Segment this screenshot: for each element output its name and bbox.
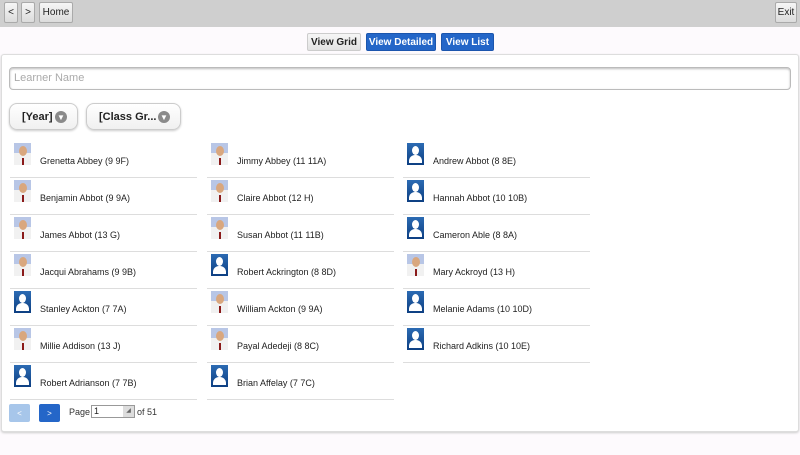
user-placeholder-icon bbox=[211, 254, 228, 276]
learner-photo bbox=[14, 217, 31, 239]
learner-item[interactable]: Payal Adedeji (8 8C) bbox=[207, 326, 394, 363]
learner-photo bbox=[407, 254, 424, 276]
user-placeholder-icon bbox=[407, 143, 424, 165]
user-placeholder-icon bbox=[211, 365, 228, 387]
prev-page-button[interactable]: < bbox=[9, 404, 30, 422]
learner-item[interactable]: William Ackton (9 9A) bbox=[207, 289, 394, 326]
learner-name: Susan Abbot (11 11B) bbox=[237, 230, 324, 240]
learner-name: Jimmy Abbey (11 11A) bbox=[237, 156, 327, 166]
user-placeholder-icon bbox=[14, 291, 31, 313]
learner-column-3: Andrew Abbot (8 8E) Hannah Abbot (10 10B)… bbox=[403, 141, 590, 363]
user-placeholder-icon bbox=[407, 291, 424, 313]
forward-button[interactable]: > bbox=[21, 2, 35, 23]
year-dropdown[interactable]: [Year] ▼ bbox=[9, 103, 78, 130]
learner-name-input[interactable]: Learner Name bbox=[9, 67, 791, 90]
learner-name: Andrew Abbot (8 8E) bbox=[433, 156, 517, 166]
learner-item[interactable]: Brian Affelay (7 7C) bbox=[207, 363, 394, 400]
user-placeholder-icon bbox=[407, 217, 424, 239]
learner-name: Benjamin Abbot (9 9A) bbox=[40, 193, 131, 203]
next-page-button[interactable]: > bbox=[39, 404, 60, 422]
class-group-dropdown[interactable]: [Class Gr... ▼ bbox=[86, 103, 181, 130]
page-label: Page bbox=[69, 407, 91, 417]
spinner-icon[interactable]: ◢ bbox=[123, 406, 134, 417]
page-number-value: 1 bbox=[94, 406, 100, 416]
learner-name: Cameron Able (8 8A) bbox=[433, 230, 518, 240]
user-placeholder-icon bbox=[407, 328, 424, 350]
view-grid-button[interactable]: View Grid bbox=[307, 33, 361, 51]
class-group-dropdown-label: [Class Gr... bbox=[99, 110, 157, 123]
learner-column-2: Jimmy Abbey (11 11A) Claire Abbot (12 H) S… bbox=[207, 141, 394, 400]
learner-name: Jacqui Abrahams (9 9B) bbox=[40, 267, 137, 277]
learner-item[interactable]: Richard Adkins (10 10E) bbox=[403, 326, 590, 363]
learner-name: Hannah Abbot (10 10B) bbox=[433, 193, 528, 203]
learner-photo bbox=[211, 328, 228, 350]
learner-item[interactable]: Melanie Adams (10 10D) bbox=[403, 289, 590, 326]
chevron-down-icon: ▼ bbox=[55, 111, 67, 123]
learner-photo bbox=[211, 217, 228, 239]
learner-item[interactable]: Millie Addison (13 J) bbox=[10, 326, 197, 363]
user-placeholder-icon bbox=[407, 180, 424, 202]
learner-item[interactable]: Mary Ackroyd (13 H) bbox=[403, 252, 590, 289]
view-list-button[interactable]: View List bbox=[441, 33, 494, 51]
page-number-input[interactable]: 1 ◢ bbox=[91, 405, 135, 418]
learner-photo bbox=[14, 254, 31, 276]
learner-item[interactable]: Benjamin Abbot (9 9A) bbox=[10, 178, 197, 215]
learner-name: Claire Abbot (12 H) bbox=[237, 193, 314, 203]
learner-photo bbox=[14, 180, 31, 202]
learner-name: Melanie Adams (10 10D) bbox=[433, 304, 533, 314]
learner-photo bbox=[14, 328, 31, 350]
learner-photo bbox=[211, 180, 228, 202]
learner-name: Mary Ackroyd (13 H) bbox=[433, 267, 516, 277]
year-dropdown-label: [Year] bbox=[22, 110, 53, 123]
learner-name: Millie Addison (13 J) bbox=[40, 341, 121, 351]
learner-name: William Ackton (9 9A) bbox=[237, 304, 323, 314]
learner-item[interactable]: Jimmy Abbey (11 11A) bbox=[207, 141, 394, 178]
learner-item[interactable]: Andrew Abbot (8 8E) bbox=[403, 141, 590, 178]
learner-item[interactable]: Susan Abbot (11 11B) bbox=[207, 215, 394, 252]
exit-button[interactable]: Exit bbox=[775, 2, 797, 23]
learner-item[interactable]: Claire Abbot (12 H) bbox=[207, 178, 394, 215]
learner-name: Stanley Ackton (7 7A) bbox=[40, 304, 127, 314]
learner-item[interactable]: Stanley Ackton (7 7A) bbox=[10, 289, 197, 326]
learner-name: Payal Adedeji (8 8C) bbox=[237, 341, 320, 351]
home-button[interactable]: Home bbox=[39, 2, 73, 23]
learner-column-1: Grenetta Abbey (9 9F) Benjamin Abbot (9 9… bbox=[10, 141, 197, 400]
chevron-down-icon: ▼ bbox=[158, 111, 170, 123]
learner-item[interactable]: Robert Adrianson (7 7B) bbox=[10, 363, 197, 400]
learner-name: Grenetta Abbey (9 9F) bbox=[40, 156, 130, 166]
learner-name: Robert Adrianson (7 7B) bbox=[40, 378, 137, 388]
learner-photo bbox=[14, 143, 31, 165]
user-placeholder-icon bbox=[14, 365, 31, 387]
learner-photo bbox=[211, 143, 228, 165]
page-count: of 51 bbox=[137, 407, 158, 417]
learner-item[interactable]: James Abbot (13 G) bbox=[10, 215, 197, 252]
learner-item[interactable]: Cameron Able (8 8A) bbox=[403, 215, 590, 252]
learner-name: Brian Affelay (7 7C) bbox=[237, 378, 315, 388]
learner-item[interactable]: Robert Ackrington (8 8D) bbox=[207, 252, 394, 289]
learner-name: Richard Adkins (10 10E) bbox=[433, 341, 531, 351]
learner-item[interactable]: Grenetta Abbey (9 9F) bbox=[10, 141, 197, 178]
learner-name: Robert Ackrington (8 8D) bbox=[237, 267, 337, 277]
learner-photo bbox=[211, 291, 228, 313]
learner-item[interactable]: Jacqui Abrahams (9 9B) bbox=[10, 252, 197, 289]
view-detailed-button[interactable]: View Detailed bbox=[366, 33, 436, 51]
learner-item[interactable]: Hannah Abbot (10 10B) bbox=[403, 178, 590, 215]
top-bar: < > Home Exit bbox=[0, 0, 800, 27]
learner-name: James Abbot (13 G) bbox=[40, 230, 121, 240]
back-button[interactable]: < bbox=[4, 2, 18, 23]
